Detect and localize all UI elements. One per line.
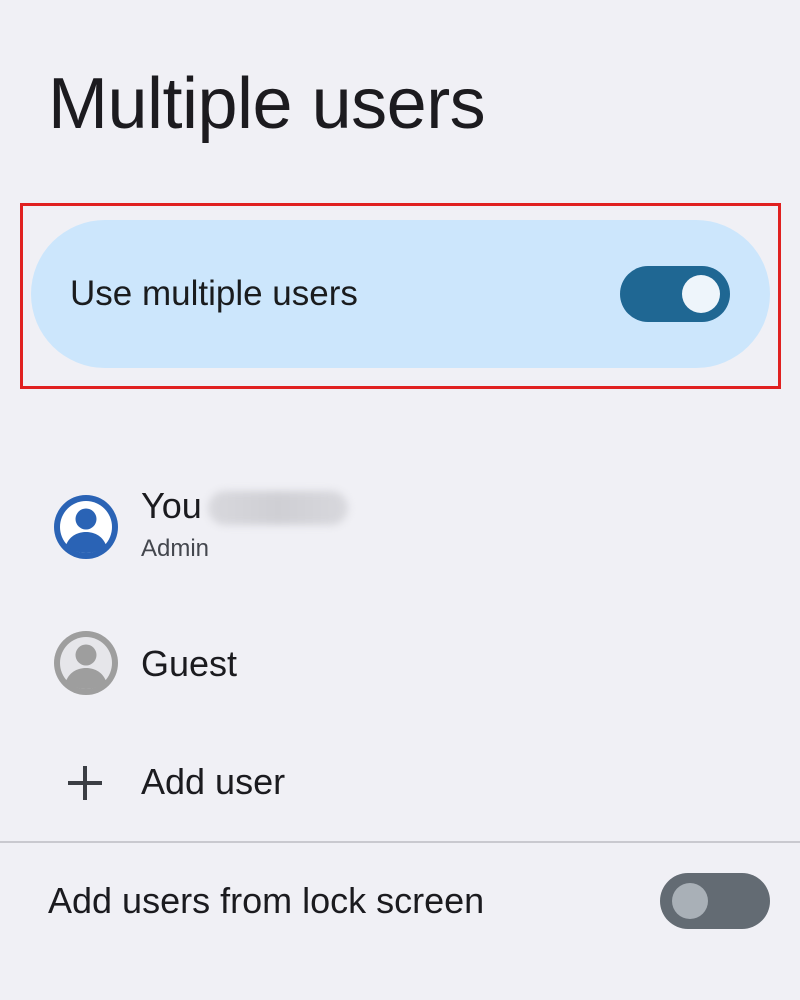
user-row-you[interactable]: You Admin — [0, 478, 800, 578]
plus-icon — [66, 764, 104, 802]
add-users-from-lock-screen-switch[interactable] — [660, 873, 770, 929]
section-divider — [0, 841, 800, 843]
user-you-text: You Admin — [141, 484, 348, 564]
add-users-from-lock-screen-row[interactable]: Add users from lock screen — [48, 872, 770, 930]
multiple-users-screen: Multiple users Use multiple users You Ad… — [0, 0, 800, 1000]
guest-account-icon — [53, 630, 119, 696]
user-row-guest[interactable]: Guest — [0, 630, 800, 698]
add-users-from-lock-screen-label: Add users from lock screen — [48, 880, 485, 921]
use-multiple-users-label: Use multiple users — [70, 274, 358, 313]
page-title: Multiple users — [48, 64, 486, 144]
user-role: Admin — [141, 535, 210, 562]
blurred-user-name — [207, 491, 348, 526]
add-user-button[interactable]: Add user — [0, 750, 800, 814]
user-name: You — [141, 485, 202, 526]
use-multiple-users-switch[interactable] — [620, 266, 730, 322]
account-circle-icon — [53, 494, 119, 560]
guest-label: Guest — [141, 643, 238, 684]
switch-thumb — [672, 883, 708, 919]
add-user-label: Add user — [141, 761, 286, 802]
use-multiple-users-toggle-row[interactable]: Use multiple users — [31, 220, 770, 368]
switch-thumb — [682, 275, 720, 313]
